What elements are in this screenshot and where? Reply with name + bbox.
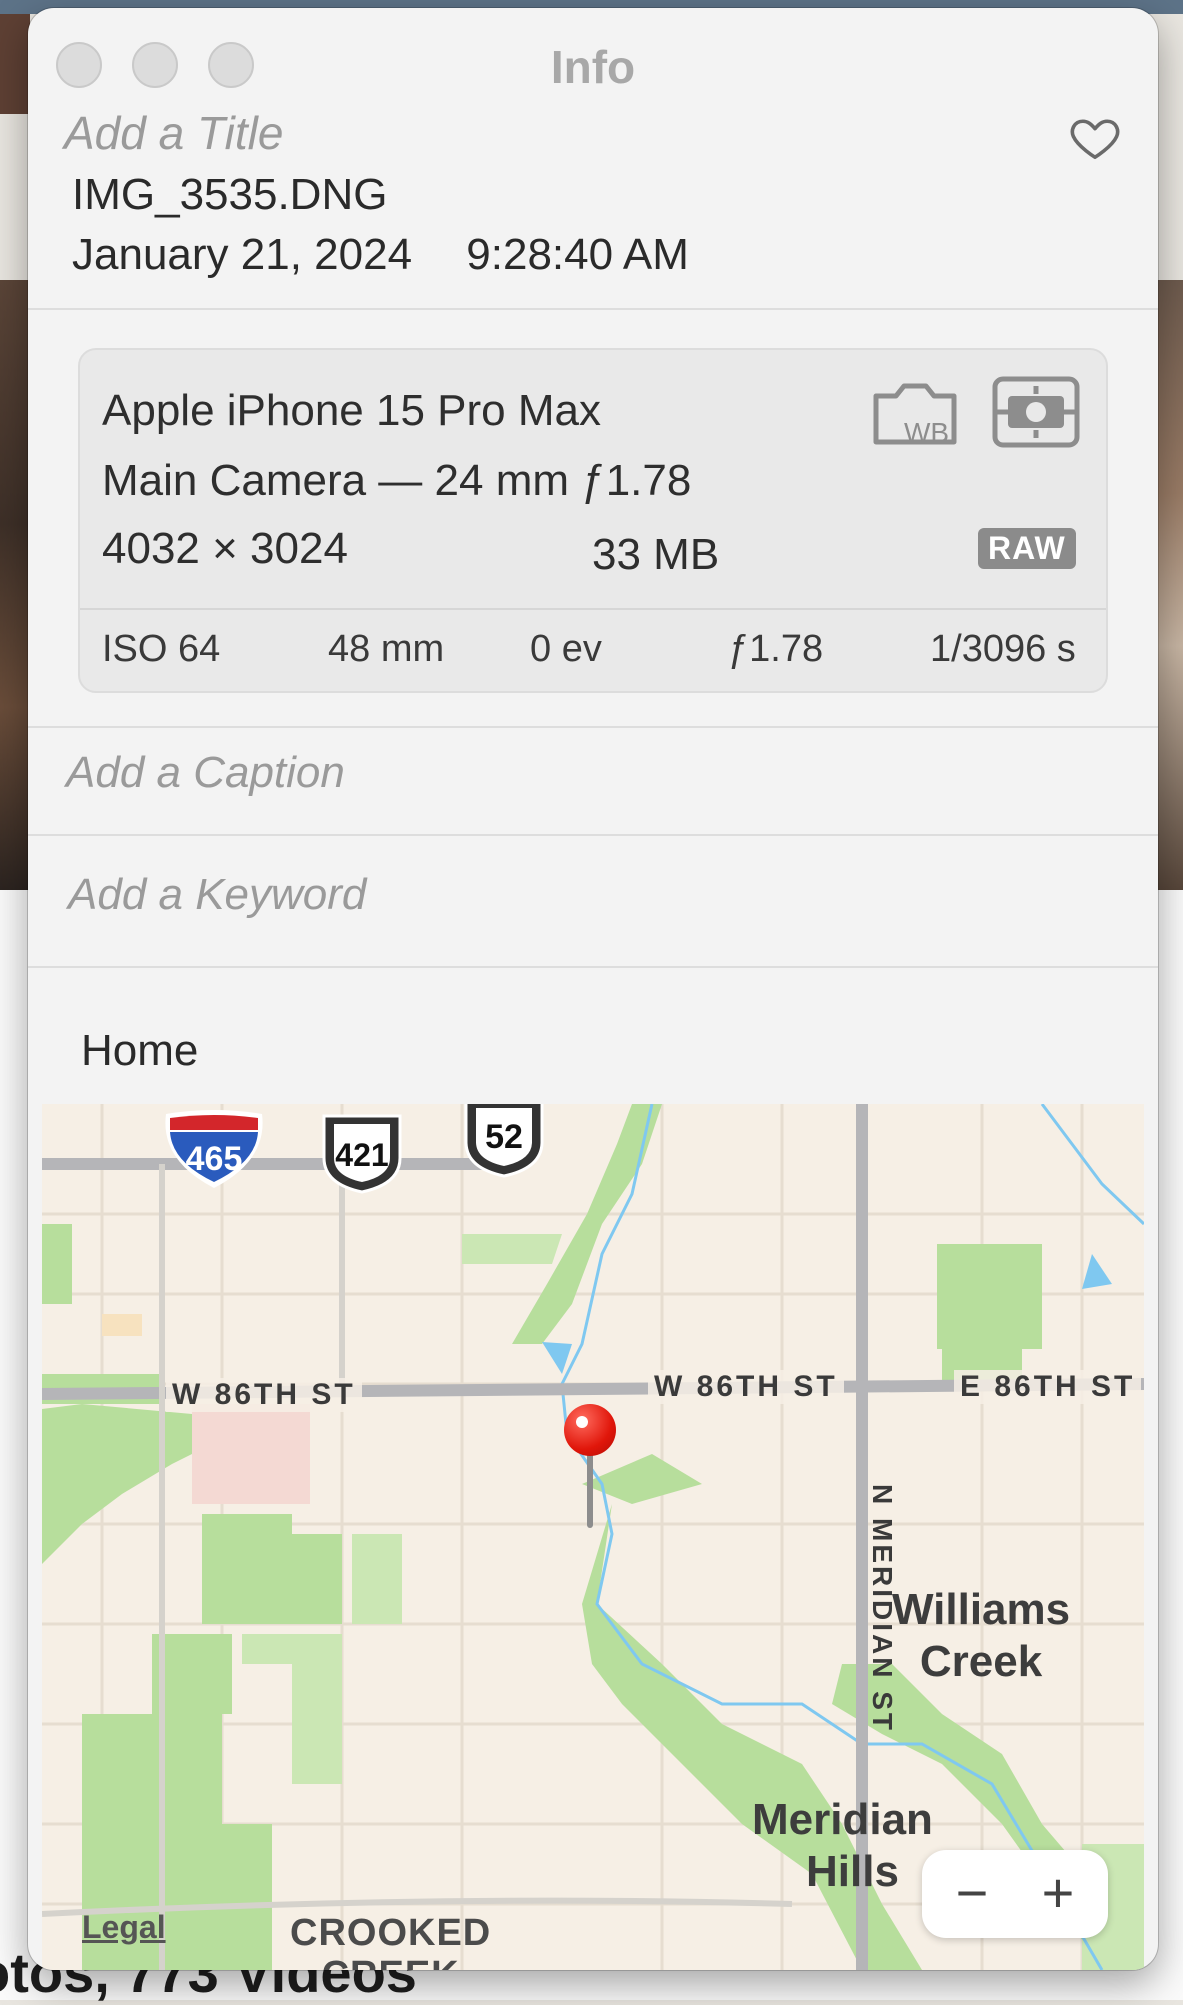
area-label-line: CROOKED xyxy=(290,1912,492,1954)
street-label: W 86TH ST xyxy=(166,1378,362,1412)
camera-info-card: Apple iPhone 15 Pro Max Main Camera — 24… xyxy=(78,348,1108,693)
exif-iso: ISO 64 xyxy=(102,628,221,670)
raw-badge: RAW xyxy=(978,528,1076,569)
capture-date: January 21, 2024 xyxy=(72,230,413,279)
svg-text:WB: WB xyxy=(904,417,949,448)
area-label: Williams Creek xyxy=(892,1584,1070,1688)
shield-465-label: 465 xyxy=(186,1140,243,1178)
area-label-line: CREEK xyxy=(290,1954,491,1970)
zoom-out-button[interactable]: − xyxy=(932,1858,1012,1930)
exif-exposure-bias: 0 ev xyxy=(530,628,602,670)
map-legal-link[interactable]: Legal xyxy=(82,1909,166,1946)
lens-info: Main Camera — 24 mm ƒ1.78 xyxy=(102,456,692,505)
divider xyxy=(28,726,1158,728)
area-label-line: Meridian xyxy=(752,1795,933,1844)
shield-421-label: 421 xyxy=(335,1137,388,1173)
area-label: Meridian Hills xyxy=(752,1794,933,1898)
us-route-shield-icon: 421 xyxy=(322,1114,402,1194)
capture-datetime: January 21, 2024 9:28:40 AM xyxy=(72,230,689,280)
area-label-line: Williams xyxy=(892,1585,1071,1634)
location-pin-stick xyxy=(587,1450,593,1528)
white-balance-icon: WB xyxy=(873,383,957,448)
map-zoom-control: − + xyxy=(922,1850,1108,1938)
area-label-line: Creek xyxy=(919,1637,1043,1686)
heart-icon[interactable] xyxy=(1068,110,1122,164)
zoom-in-button[interactable]: + xyxy=(1018,1858,1098,1930)
shield-52-label: 52 xyxy=(485,1118,523,1156)
interstate-shield-icon: 465 xyxy=(165,1110,263,1188)
card-divider xyxy=(80,608,1106,610)
camera-model: Apple iPhone 15 Pro Max xyxy=(102,386,601,435)
location-name[interactable]: Home xyxy=(81,1026,198,1076)
us-route-shield-icon: 52 xyxy=(464,1104,544,1178)
window-title: Info xyxy=(550,41,636,93)
exif-shutter-speed: 1/3096 s xyxy=(930,628,1076,670)
location-pin-icon[interactable] xyxy=(564,1404,616,1456)
background-photo-thumbnail xyxy=(0,14,30,114)
street-label: W 86TH ST xyxy=(648,1370,844,1404)
location-pin-highlight xyxy=(576,1416,588,1428)
background-photo-thumbnail xyxy=(0,280,30,890)
capture-time: 9:28:40 AM xyxy=(466,230,689,279)
image-dimensions: 4032 × 3024 xyxy=(102,524,348,573)
area-label-line: Hills xyxy=(806,1847,899,1896)
location-map[interactable]: 465 421 52 W 86TH ST W 86TH ST E 86TH ST… xyxy=(42,1104,1144,1970)
street-label: E 86TH ST xyxy=(954,1370,1142,1404)
divider xyxy=(28,834,1158,836)
keyword-field[interactable]: Add a Keyword xyxy=(68,870,366,920)
file-size: 33 MB xyxy=(592,530,720,579)
divider xyxy=(28,308,1158,310)
title-field[interactable]: Add a Title xyxy=(64,106,284,160)
info-window: Info Add a Title IMG_3535.DNG January 21… xyxy=(28,8,1158,1970)
area-label: CROOKED CREEK xyxy=(290,1912,491,1970)
exif-focal-length: 48 mm xyxy=(328,628,445,670)
metering-icon xyxy=(992,376,1080,448)
divider xyxy=(28,966,1158,968)
exif-aperture: ƒ1.78 xyxy=(728,628,824,670)
map-canvas xyxy=(42,1104,1144,1970)
filename: IMG_3535.DNG xyxy=(72,170,388,219)
caption-field[interactable]: Add a Caption xyxy=(66,748,345,798)
title-bar[interactable]: Info xyxy=(28,8,1158,118)
